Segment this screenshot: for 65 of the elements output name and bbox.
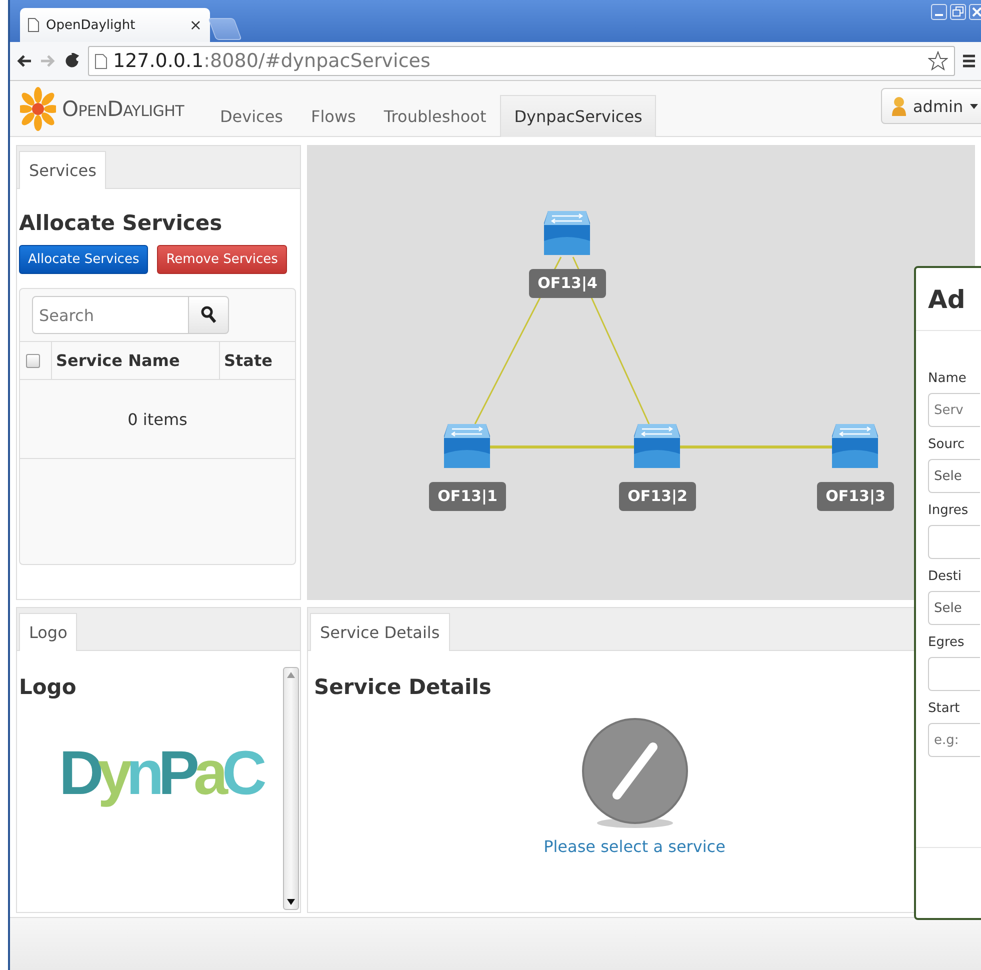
restore-button[interactable] [950,4,966,20]
panel-heading: Service Details [314,675,492,699]
star-icon[interactable] [928,51,948,71]
input-field[interactable] [928,525,980,559]
close-button[interactable] [969,4,981,20]
pencil-icon [580,717,688,829]
column-header[interactable]: State [220,342,295,379]
menu-icon[interactable] [963,54,975,68]
input-field[interactable]: Serv [928,393,980,427]
panel-tab[interactable]: Services [19,151,106,189]
page-icon [95,54,107,68]
new-tab-button[interactable] [208,18,242,40]
field-label: Sourc [928,437,966,452]
select-field[interactable]: Sele [928,459,980,493]
page-icon [28,18,39,32]
scroll-up-icon[interactable] [287,672,295,678]
nav-tab[interactable]: Flows [297,95,370,137]
logo-icon [20,86,56,130]
empty-message: Please select a service [544,837,726,856]
field-label: Start [928,701,961,716]
minimize-button[interactable] [931,4,947,20]
scroll-down-icon[interactable] [287,899,295,905]
field-label: Ingres [928,503,970,518]
switch-icon[interactable] [832,424,878,468]
remove-services-button[interactable]: Remove Services [157,245,287,274]
user-menu-button[interactable]: admin [881,88,981,124]
field-label: Egres [928,635,966,650]
column-header[interactable]: Service Name [52,342,220,379]
node-label: OF13|4 [529,269,606,298]
field-label: Desti [928,569,962,584]
panel-tab[interactable]: Service Details [310,613,450,651]
user-icon [892,96,906,116]
switch-icon[interactable] [444,424,490,468]
address-bar[interactable]: 127.0.0.1:8080/#dynpacServices [88,46,955,76]
switch-icon[interactable] [544,211,590,255]
url-text: 127.0.0.1:8080/#dynpacServices [113,50,430,72]
nav-tab[interactable]: Devices [206,95,298,137]
nav-tab[interactable]: Troubleshoot [370,95,500,137]
item-count: 0 items [128,410,188,428]
switch-icon[interactable] [634,424,680,468]
brand-name: OpenDaylight [62,96,184,120]
browser-tab[interactable]: OpenDaylight × [20,8,210,42]
dialog-title: Ad [928,284,966,314]
nav-tab[interactable]: DynpacServices [500,95,656,137]
field-label: Name [928,371,968,386]
search-button[interactable] [189,296,229,334]
input-field[interactable]: e.g: [928,723,980,757]
select-field[interactable]: Sele [928,591,980,625]
panel-heading: Logo [19,675,78,699]
select-all-checkbox[interactable] [26,354,40,368]
search-field[interactable]: Search [32,296,189,334]
close-icon[interactable]: × [189,16,202,34]
node-label: OF13|3 [817,482,894,511]
dynpac-logo: DynPaC [59,738,268,810]
node-label: OF13|1 [429,482,506,511]
panel-tab[interactable]: Logo [19,613,78,651]
node-label: OF13|2 [619,482,696,511]
search-icon [200,306,216,324]
caret-icon [970,104,978,108]
panel-heading: Allocate Services [19,211,224,235]
back-icon[interactable] [16,54,32,68]
scrollbar[interactable] [283,667,299,910]
input-field[interactable] [928,657,980,691]
allocate-services-button[interactable]: Allocate Services [19,245,148,274]
tab-title: OpenDaylight [46,18,136,32]
